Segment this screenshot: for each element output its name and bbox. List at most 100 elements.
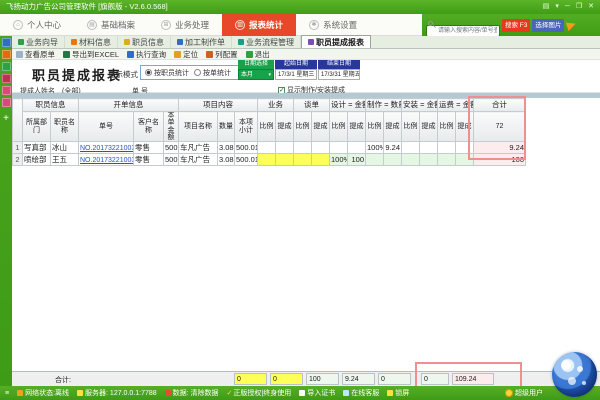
display-mode-group: 按职员统计 按单统计 xyxy=(140,65,244,80)
cell-commission[interactable]: 100 xyxy=(348,154,366,166)
cell-ratio[interactable] xyxy=(438,154,456,166)
col-ratio[interactable]: 比例 xyxy=(438,112,456,142)
col-amount[interactable]: 本单金额 xyxy=(164,112,179,142)
cell-ratio[interactable] xyxy=(402,154,420,166)
nav-item-reports[interactable]: ▥ 报表统计 xyxy=(222,14,296,36)
close-button[interactable]: ✕ xyxy=(588,0,594,14)
summary-negotiation: 0 xyxy=(270,373,303,385)
tab-label: 职员信息 xyxy=(132,37,164,48)
run-query-button[interactable]: 执行查询 xyxy=(127,49,166,60)
cell-ratio[interactable] xyxy=(294,142,312,154)
cell-ratio[interactable]: 100% xyxy=(366,142,384,154)
cell-commission[interactable] xyxy=(420,142,438,154)
tab-workflow[interactable]: 业务流程管理 xyxy=(232,36,301,48)
quick-tab-5-icon[interactable] xyxy=(2,86,11,95)
radio-by-order[interactable]: 按单统计 xyxy=(194,68,231,78)
col-commission[interactable]: 提成 xyxy=(348,112,366,142)
view-original-button[interactable]: 查看原单 xyxy=(16,49,55,60)
display-mode-label: 显示模式 xyxy=(108,69,138,80)
cell-ratio[interactable] xyxy=(258,142,276,154)
employee-icon xyxy=(124,39,130,45)
import-cert[interactable]: 导入证书 xyxy=(299,388,335,398)
minimize-button[interactable]: ─ xyxy=(565,0,570,14)
start-date-dropdown[interactable]: 17/3/1 星期三▾ xyxy=(275,69,317,80)
col-ratio[interactable]: 比例 xyxy=(366,112,384,142)
quick-tab-2-icon[interactable] xyxy=(2,50,11,59)
col-project[interactable]: 项目名称 xyxy=(179,112,218,142)
col-customer[interactable]: 客户名称 xyxy=(134,112,164,142)
add-quick-tab-button[interactable]: + xyxy=(3,114,9,124)
cell-commission[interactable] xyxy=(420,154,438,166)
col-ratio[interactable]: 比例 xyxy=(402,112,420,142)
col-ratio[interactable]: 比例 xyxy=(258,112,276,142)
tab-commission-report[interactable]: 职员提成报表 xyxy=(301,35,371,48)
col-ratio[interactable]: 比例 xyxy=(330,112,348,142)
col-subtotal[interactable]: 本项小计 xyxy=(235,112,258,142)
cell-commission[interactable] xyxy=(348,142,366,154)
col-name[interactable]: 职员名称 xyxy=(51,112,79,142)
skin-icon[interactable]: ▤ xyxy=(543,0,550,14)
search-button[interactable]: 搜索 F3 xyxy=(502,19,530,32)
cell-ratio[interactable] xyxy=(402,142,420,154)
archive-icon: ▤ xyxy=(87,20,97,30)
chevron-down-icon[interactable]: ▾ xyxy=(555,0,559,14)
col-ratio[interactable]: 比例 xyxy=(294,112,312,142)
row-number: 1 xyxy=(13,142,23,154)
status-menu-icon[interactable]: ≡ xyxy=(5,390,9,397)
nav-item-business[interactable]: ⊞ 业务处理 xyxy=(148,14,222,36)
col-commission[interactable]: 提成 xyxy=(384,112,402,142)
lock-screen[interactable]: 锁屏 xyxy=(387,388,409,398)
end-date-value: 17/3/31 星期五 xyxy=(321,72,360,78)
quick-tab-1-icon[interactable] xyxy=(2,38,11,47)
cell-commission[interactable] xyxy=(312,154,330,166)
tab-employee-info[interactable]: 职员信息 xyxy=(118,36,171,48)
nav-item-settings[interactable]: ✱ 系统设置 xyxy=(296,14,370,36)
nav-item-archives[interactable]: ▤ 基础档案 xyxy=(74,14,148,36)
col-order[interactable]: 单号 xyxy=(79,112,134,142)
cell-ratio[interactable] xyxy=(438,142,456,154)
cell-commission[interactable] xyxy=(276,142,294,154)
order-number-link[interactable]: NO.201732210032 xyxy=(80,145,134,152)
cell-commission[interactable] xyxy=(384,154,402,166)
table-row[interactable]: 2 喷绘部 王五 NO.201732210032 零售 500.01 车凡广告 … xyxy=(13,154,526,166)
cell-commission[interactable] xyxy=(456,154,474,166)
data-clear[interactable]: 数据: 清除数据 xyxy=(165,388,219,398)
col-commission[interactable]: 提成 xyxy=(276,112,294,142)
status-bar: ≡ 网络状态:离线 服务器: 127.0.0.1:7788 数据: 清除数据 ✓… xyxy=(0,386,600,400)
tab-production-order[interactable]: 加工制作单 xyxy=(171,36,232,48)
cell-ratio[interactable] xyxy=(366,154,384,166)
cell-ratio[interactable] xyxy=(294,154,312,166)
summary-design: 100 xyxy=(306,373,339,385)
table-row[interactable]: 1 写真部 冰山 NO.201732210032 零售 500.01 车凡广告 … xyxy=(13,142,526,154)
column-config-button[interactable]: 列配置 xyxy=(206,49,238,60)
select-image-button[interactable]: 选择图片 xyxy=(532,19,564,32)
tab-material-info[interactable]: 材料信息 xyxy=(65,36,118,48)
cell-ratio[interactable] xyxy=(330,142,348,154)
cell-ratio[interactable] xyxy=(258,154,276,166)
export-excel-button[interactable]: 导出到EXCEL xyxy=(63,49,119,60)
search-zone: 搜索 F3 选择图片 xyxy=(422,14,600,36)
cell-commission[interactable] xyxy=(456,142,474,154)
order-number-link[interactable]: NO.201732210032 xyxy=(80,157,134,164)
col-commission[interactable]: 提成 xyxy=(420,112,438,142)
col-commission[interactable]: 提成 xyxy=(456,112,474,142)
locate-button[interactable]: 定位 xyxy=(174,49,198,60)
quick-tab-3-icon[interactable] xyxy=(2,62,11,71)
quick-tab-4-icon[interactable] xyxy=(2,74,11,83)
end-date-dropdown[interactable]: 17/3/31 星期五▾ xyxy=(318,69,360,80)
cell-commission[interactable] xyxy=(312,142,330,154)
cell-ratio[interactable]: 100% xyxy=(330,154,348,166)
col-dept[interactable]: 所属部门 xyxy=(23,112,51,142)
maximize-button[interactable]: ❐ xyxy=(576,0,582,14)
cell-commission[interactable]: 9.24 xyxy=(384,142,402,154)
radio-by-employee[interactable]: 按职员统计 xyxy=(145,68,189,78)
tab-business-wizard[interactable]: 业务向导 xyxy=(12,36,65,48)
cell-commission[interactable] xyxy=(276,154,294,166)
quick-tab-6-icon[interactable] xyxy=(2,98,11,107)
date-range-dropdown[interactable]: 本月▾ xyxy=(238,69,274,80)
online-support[interactable]: 在线客服 xyxy=(343,388,379,398)
exit-button[interactable]: 退出 xyxy=(246,49,270,60)
col-commission[interactable]: 提成 xyxy=(312,112,330,142)
col-qty[interactable]: 数量 xyxy=(218,112,235,142)
nav-item-personal[interactable]: ⌂ 个人中心 xyxy=(0,14,74,36)
